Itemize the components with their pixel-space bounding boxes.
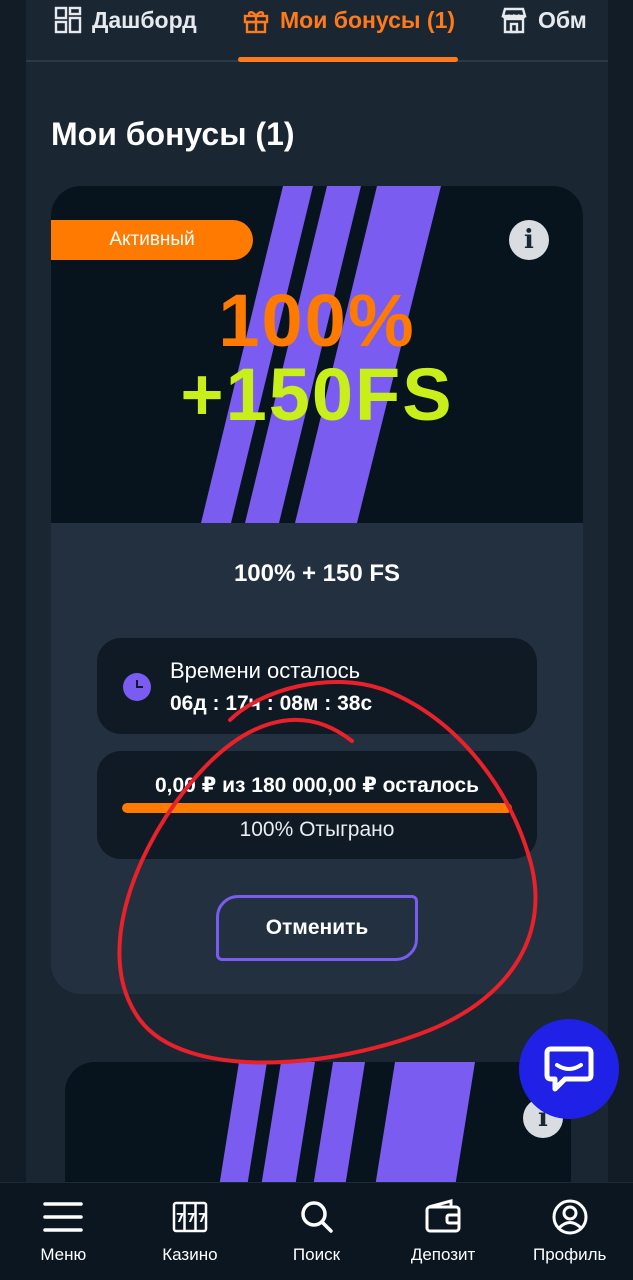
wager-box: 0,00 ₽ из 180 000,00 ₽ осталось 100% Оты…	[97, 751, 537, 859]
chat-icon	[544, 1046, 594, 1092]
svg-text:7: 7	[198, 1211, 206, 1225]
clock-icon	[123, 673, 151, 701]
chat-button[interactable]	[519, 1019, 619, 1119]
bonus-banner: Активный i 100% +150FS	[51, 186, 583, 523]
wager-status: 100% Отыграно	[239, 818, 395, 841]
banner-stripes	[219, 1062, 475, 1182]
svg-text:7: 7	[176, 1211, 184, 1225]
promo-percent: 100%	[218, 279, 416, 362]
nav-profile[interactable]: Профиль	[506, 1183, 633, 1280]
nav-label: Профиль	[532, 1245, 607, 1264]
cancel-bonus-button[interactable]: Отменить	[216, 895, 418, 961]
nav-label: Депозит	[410, 1245, 476, 1264]
tab-bar: Дашборд Мои бонусы (1) Обм	[26, 0, 608, 62]
nav-label: Поиск	[292, 1245, 341, 1264]
bonus-name: 100% + 150 FS	[233, 560, 401, 587]
gift-icon	[243, 11, 269, 34]
svg-text:7: 7	[187, 1211, 195, 1225]
active-tab-indicator	[238, 57, 458, 62]
tab-label: Обм	[538, 6, 587, 33]
search-icon	[301, 1201, 334, 1233]
tab-label: Мои бонусы (1)	[280, 6, 456, 33]
timer-value: 06д : 17ч : 08м : 38с	[170, 692, 373, 715]
wager-progress-bar	[122, 803, 512, 813]
nav-deposit[interactable]: Депозит	[380, 1183, 507, 1280]
tab-dashboard[interactable]: Дашборд	[54, 0, 197, 40]
promo-freespins: +150FS	[180, 353, 454, 436]
dashboard-icon	[54, 6, 82, 34]
wager-remaining: 0,00 ₽ из 180 000,00 ₽ осталось	[154, 774, 480, 797]
tab-exchange[interactable]: Обм	[500, 0, 587, 40]
user-icon	[552, 1199, 588, 1235]
tab-label: Дашборд	[92, 6, 197, 33]
bonus-card: Активный i 100% +150FS 100% + 150 FS Вре…	[51, 186, 583, 994]
wallet-icon	[425, 1199, 461, 1233]
timer-label: Времени осталось	[170, 658, 361, 683]
bonus-card-second: i	[65, 1062, 571, 1182]
nav-label: Меню	[40, 1245, 87, 1264]
tab-my-bonuses[interactable]: Мои бонусы (1)	[242, 0, 455, 40]
status-badge: Активный	[51, 220, 253, 260]
nav-label: Казино	[162, 1245, 218, 1264]
info-icon[interactable]: i	[509, 220, 549, 260]
page-title: Мои бонусы (1)	[51, 116, 295, 152]
nav-casino[interactable]: 7 7 7 Казино	[127, 1183, 254, 1280]
timer-box: Времени осталось 06д : 17ч : 08м : 38с	[97, 638, 537, 734]
content-panel: Дашборд Мои бонусы (1) Обм Мои бонусы (1…	[26, 0, 608, 1182]
nav-search[interactable]: Поиск	[253, 1183, 380, 1280]
bottom-nav: Меню 7 7 7 Казино Поиск Депозит Профиль	[0, 1182, 633, 1280]
shop-icon	[501, 7, 527, 34]
wager-progress-fill	[122, 803, 512, 813]
hamburger-icon	[43, 1202, 84, 1232]
page: Дашборд Мои бонусы (1) Обм Мои бонусы (1…	[0, 0, 633, 1280]
slot-machine-icon: 7 7 7	[172, 1201, 208, 1233]
nav-menu[interactable]: Меню	[0, 1183, 127, 1280]
